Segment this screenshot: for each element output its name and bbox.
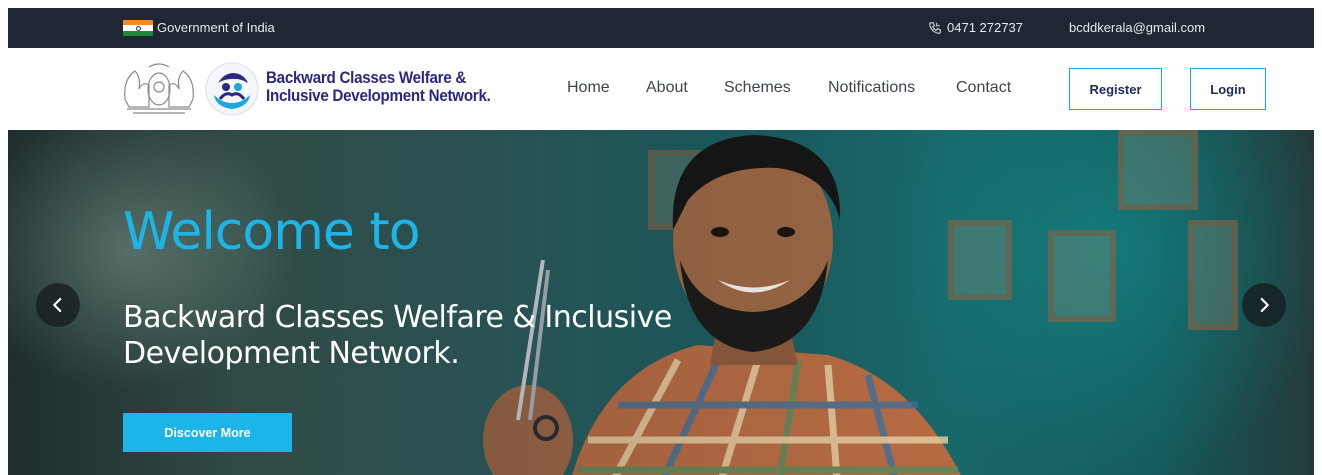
top-bar: Government of India 0471 272737 bcddkera… xyxy=(8,8,1314,48)
phone-number: 0471 272737 xyxy=(947,20,1023,35)
chevron-left-icon xyxy=(53,297,62,313)
hero-subtitle: Backward Classes Welfare & Inclusive Dev… xyxy=(123,300,672,371)
login-button[interactable]: Login xyxy=(1190,68,1266,110)
nav-home[interactable]: Home xyxy=(567,79,610,97)
state-emblem-logo xyxy=(124,63,194,114)
nav-notifications[interactable]: Notifications xyxy=(828,79,915,97)
brand-name[interactable]: Backward Classes Welfare & Inclusive Dev… xyxy=(266,69,491,105)
discover-more-button[interactable]: Discover More xyxy=(123,413,292,452)
india-flag-icon xyxy=(123,20,153,36)
brand-line-1: Backward Classes Welfare & xyxy=(266,69,467,87)
site-header: Backward Classes Welfare & Inclusive Dev… xyxy=(8,48,1314,130)
phone-contact[interactable]: 0471 272737 xyxy=(928,20,1023,35)
email-link[interactable]: bcddkerala@gmail.com xyxy=(1069,20,1205,35)
brand-line-2: Inclusive Development Network. xyxy=(266,87,491,105)
slider-prev-button[interactable] xyxy=(36,283,80,327)
register-button[interactable]: Register xyxy=(1069,68,1162,110)
nav-schemes[interactable]: Schemes xyxy=(724,79,791,97)
nav-about[interactable]: About xyxy=(646,79,688,97)
phone-icon xyxy=(929,21,941,34)
nav-contact[interactable]: Contact xyxy=(956,79,1011,97)
hero-welcome-heading: Welcome to xyxy=(123,202,421,262)
hero-slider: Welcome to Backward Classes Welfare & In… xyxy=(8,130,1314,475)
slider-next-button[interactable] xyxy=(1242,283,1286,327)
chevron-right-icon xyxy=(1260,297,1269,313)
network-logo xyxy=(205,62,259,116)
government-label: Government of India xyxy=(157,20,275,35)
